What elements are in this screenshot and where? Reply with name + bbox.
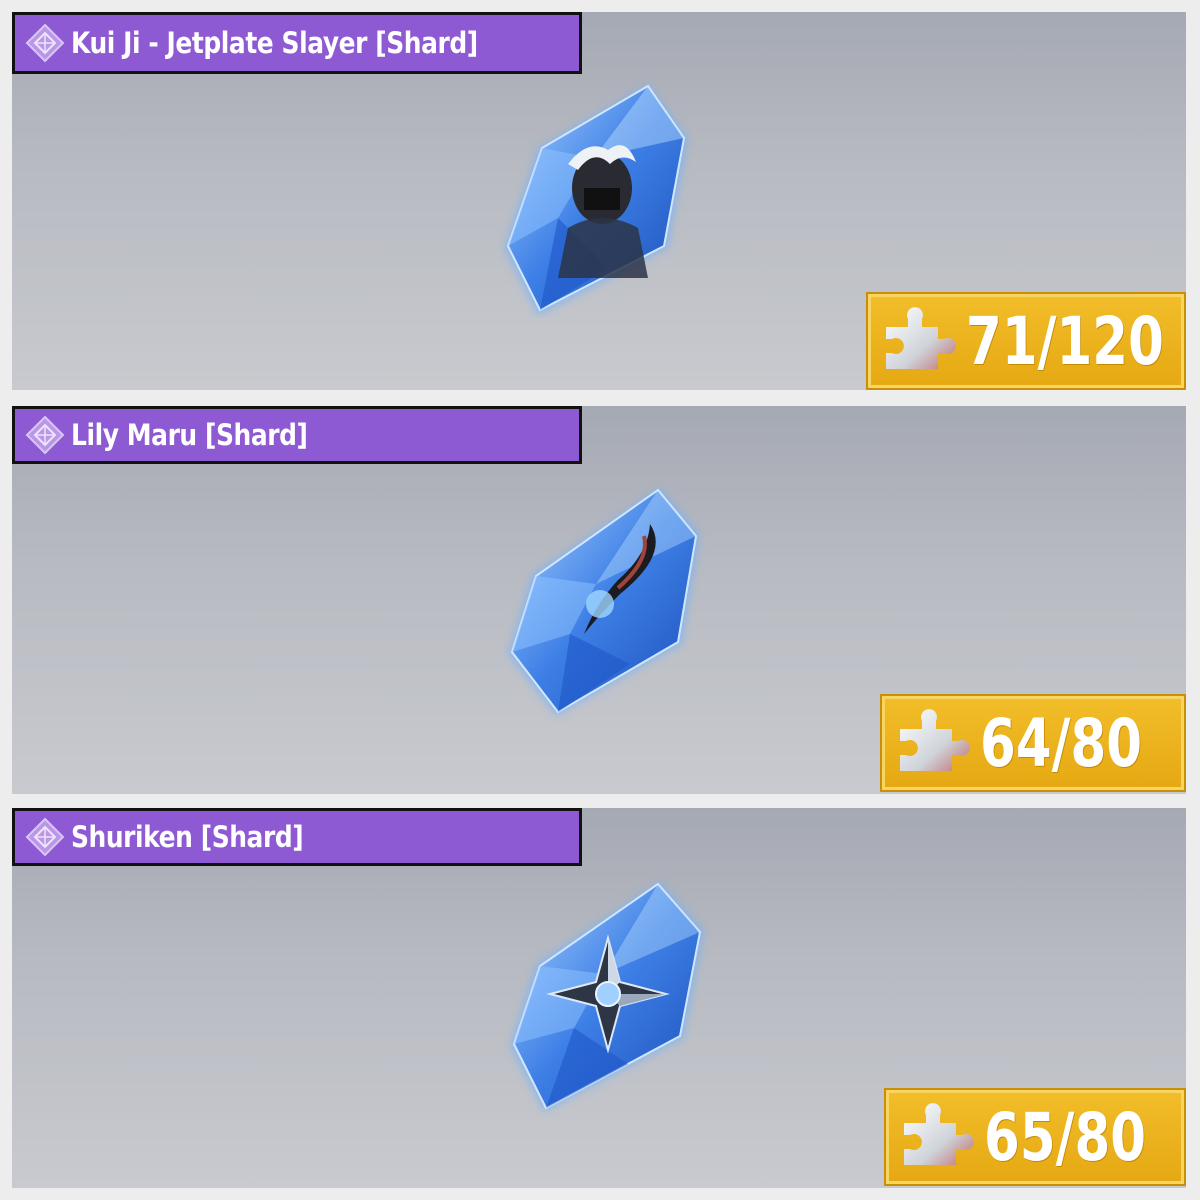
shard-title: Shuriken [Shard] (71, 820, 304, 854)
crystal-shard-icon (504, 84, 688, 316)
shard-title: Kui Ji - Jetplate Slayer [Shard] (71, 26, 478, 60)
diamond-emblem-icon (25, 817, 65, 857)
diamond-emblem-icon (25, 415, 65, 455)
diamond-emblem-icon (25, 23, 65, 63)
shard-card-shuriken[interactable]: Shuriken [Shard] 65/80 (12, 808, 1186, 1188)
crystal-shard-icon (508, 488, 700, 716)
shard-progress-counter: 64/80 (880, 694, 1186, 792)
crystal-shard-icon (510, 882, 704, 1112)
shard-count: 71/120 (966, 302, 1164, 380)
shard-count: 65/80 (984, 1098, 1147, 1176)
shard-title-bar: Kui Ji - Jetplate Slayer [Shard] (12, 12, 582, 74)
shard-progress-counter: 65/80 (884, 1088, 1186, 1186)
shard-title-bar: Lily Maru [Shard] (12, 406, 582, 464)
shard-title-bar: Shuriken [Shard] (12, 808, 582, 866)
shard-card-kui-ji[interactable]: Kui Ji - Jetplate Slayer [Shard] 71/120 (12, 12, 1186, 390)
shard-title: Lily Maru [Shard] (71, 418, 308, 452)
puzzle-piece-icon (900, 709, 970, 771)
shard-card-lily-maru[interactable]: Lily Maru [Shard] 64/80 (12, 406, 1186, 794)
shard-count: 64/80 (980, 704, 1143, 782)
shard-progress-counter: 71/120 (866, 292, 1186, 390)
puzzle-piece-icon (904, 1103, 974, 1165)
puzzle-piece-icon (886, 307, 956, 369)
